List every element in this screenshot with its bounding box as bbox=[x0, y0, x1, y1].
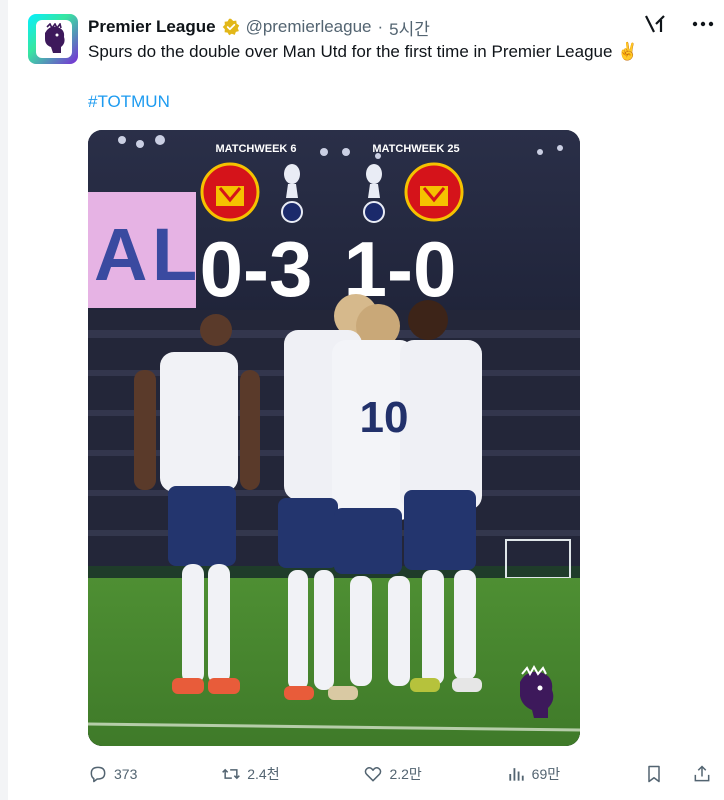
lion-logo-icon bbox=[45, 23, 65, 53]
matchweek-left-label: MATCHWEEK 6 bbox=[215, 143, 296, 155]
header-actions bbox=[644, 14, 714, 34]
premier-league-avatar[interactable] bbox=[28, 14, 78, 64]
man-utd-crest-icon bbox=[200, 162, 260, 222]
reply-count: 373 bbox=[114, 766, 138, 782]
heart-icon bbox=[365, 767, 382, 782]
views-chart-icon bbox=[509, 768, 524, 781]
bookmark-icon bbox=[648, 765, 660, 783]
reply-icon bbox=[90, 766, 106, 783]
repost-icon bbox=[222, 768, 241, 780]
tweet-header: Premier League @premierleague · 5시간 bbox=[88, 15, 430, 39]
separator-dot: · bbox=[377, 17, 384, 36]
author-handle[interactable]: @premierleague bbox=[246, 17, 372, 37]
more-options-icon[interactable] bbox=[692, 21, 714, 27]
repost-button[interactable]: 2.4천 bbox=[221, 764, 280, 784]
share-button[interactable] bbox=[692, 764, 712, 784]
repost-count: 2.4천 bbox=[247, 766, 280, 782]
man-utd-crest-icon bbox=[404, 162, 464, 222]
tweet-actions-bar: 373 2.4천 2.2만 69만 bbox=[88, 760, 712, 788]
matchweek-right-label: MATCHWEEK 25 bbox=[372, 143, 459, 155]
reply-button[interactable]: 373 bbox=[88, 764, 137, 784]
bookmark-button[interactable] bbox=[644, 764, 664, 784]
hashtag-link[interactable]: #TOTMUN bbox=[88, 92, 170, 112]
tweet-card: Premier League @premierleague · 5시간 Spur… bbox=[8, 0, 724, 800]
share-icon bbox=[694, 765, 710, 782]
post-time[interactable]: 5시간 bbox=[389, 15, 430, 40]
views-button[interactable]: 69만 bbox=[506, 764, 560, 784]
author-name[interactable]: Premier League bbox=[88, 17, 216, 37]
verified-badge-icon[interactable] bbox=[222, 18, 240, 36]
grok-icon[interactable] bbox=[644, 14, 666, 34]
match-graphic: A L MATCHWEEK 6 MATCHWEEK 25 0-3 1-0 10 bbox=[88, 130, 580, 746]
player-number: 10 bbox=[360, 393, 409, 442]
tweet-image[interactable]: A L MATCHWEEK 6 MATCHWEEK 25 0-3 1-0 10 bbox=[88, 130, 580, 746]
svg-text:A: A bbox=[94, 213, 147, 296]
like-button[interactable]: 2.2만 bbox=[363, 764, 422, 784]
score-left: 0-3 bbox=[200, 225, 313, 313]
svg-text:L: L bbox=[152, 213, 197, 296]
secondary-actions bbox=[644, 764, 712, 784]
like-count: 2.2만 bbox=[389, 766, 422, 782]
tweet-text: Spurs do the double over Man Utd for the… bbox=[88, 42, 639, 61]
players-illustration: 10 bbox=[134, 294, 482, 700]
views-count: 69만 bbox=[531, 766, 561, 782]
